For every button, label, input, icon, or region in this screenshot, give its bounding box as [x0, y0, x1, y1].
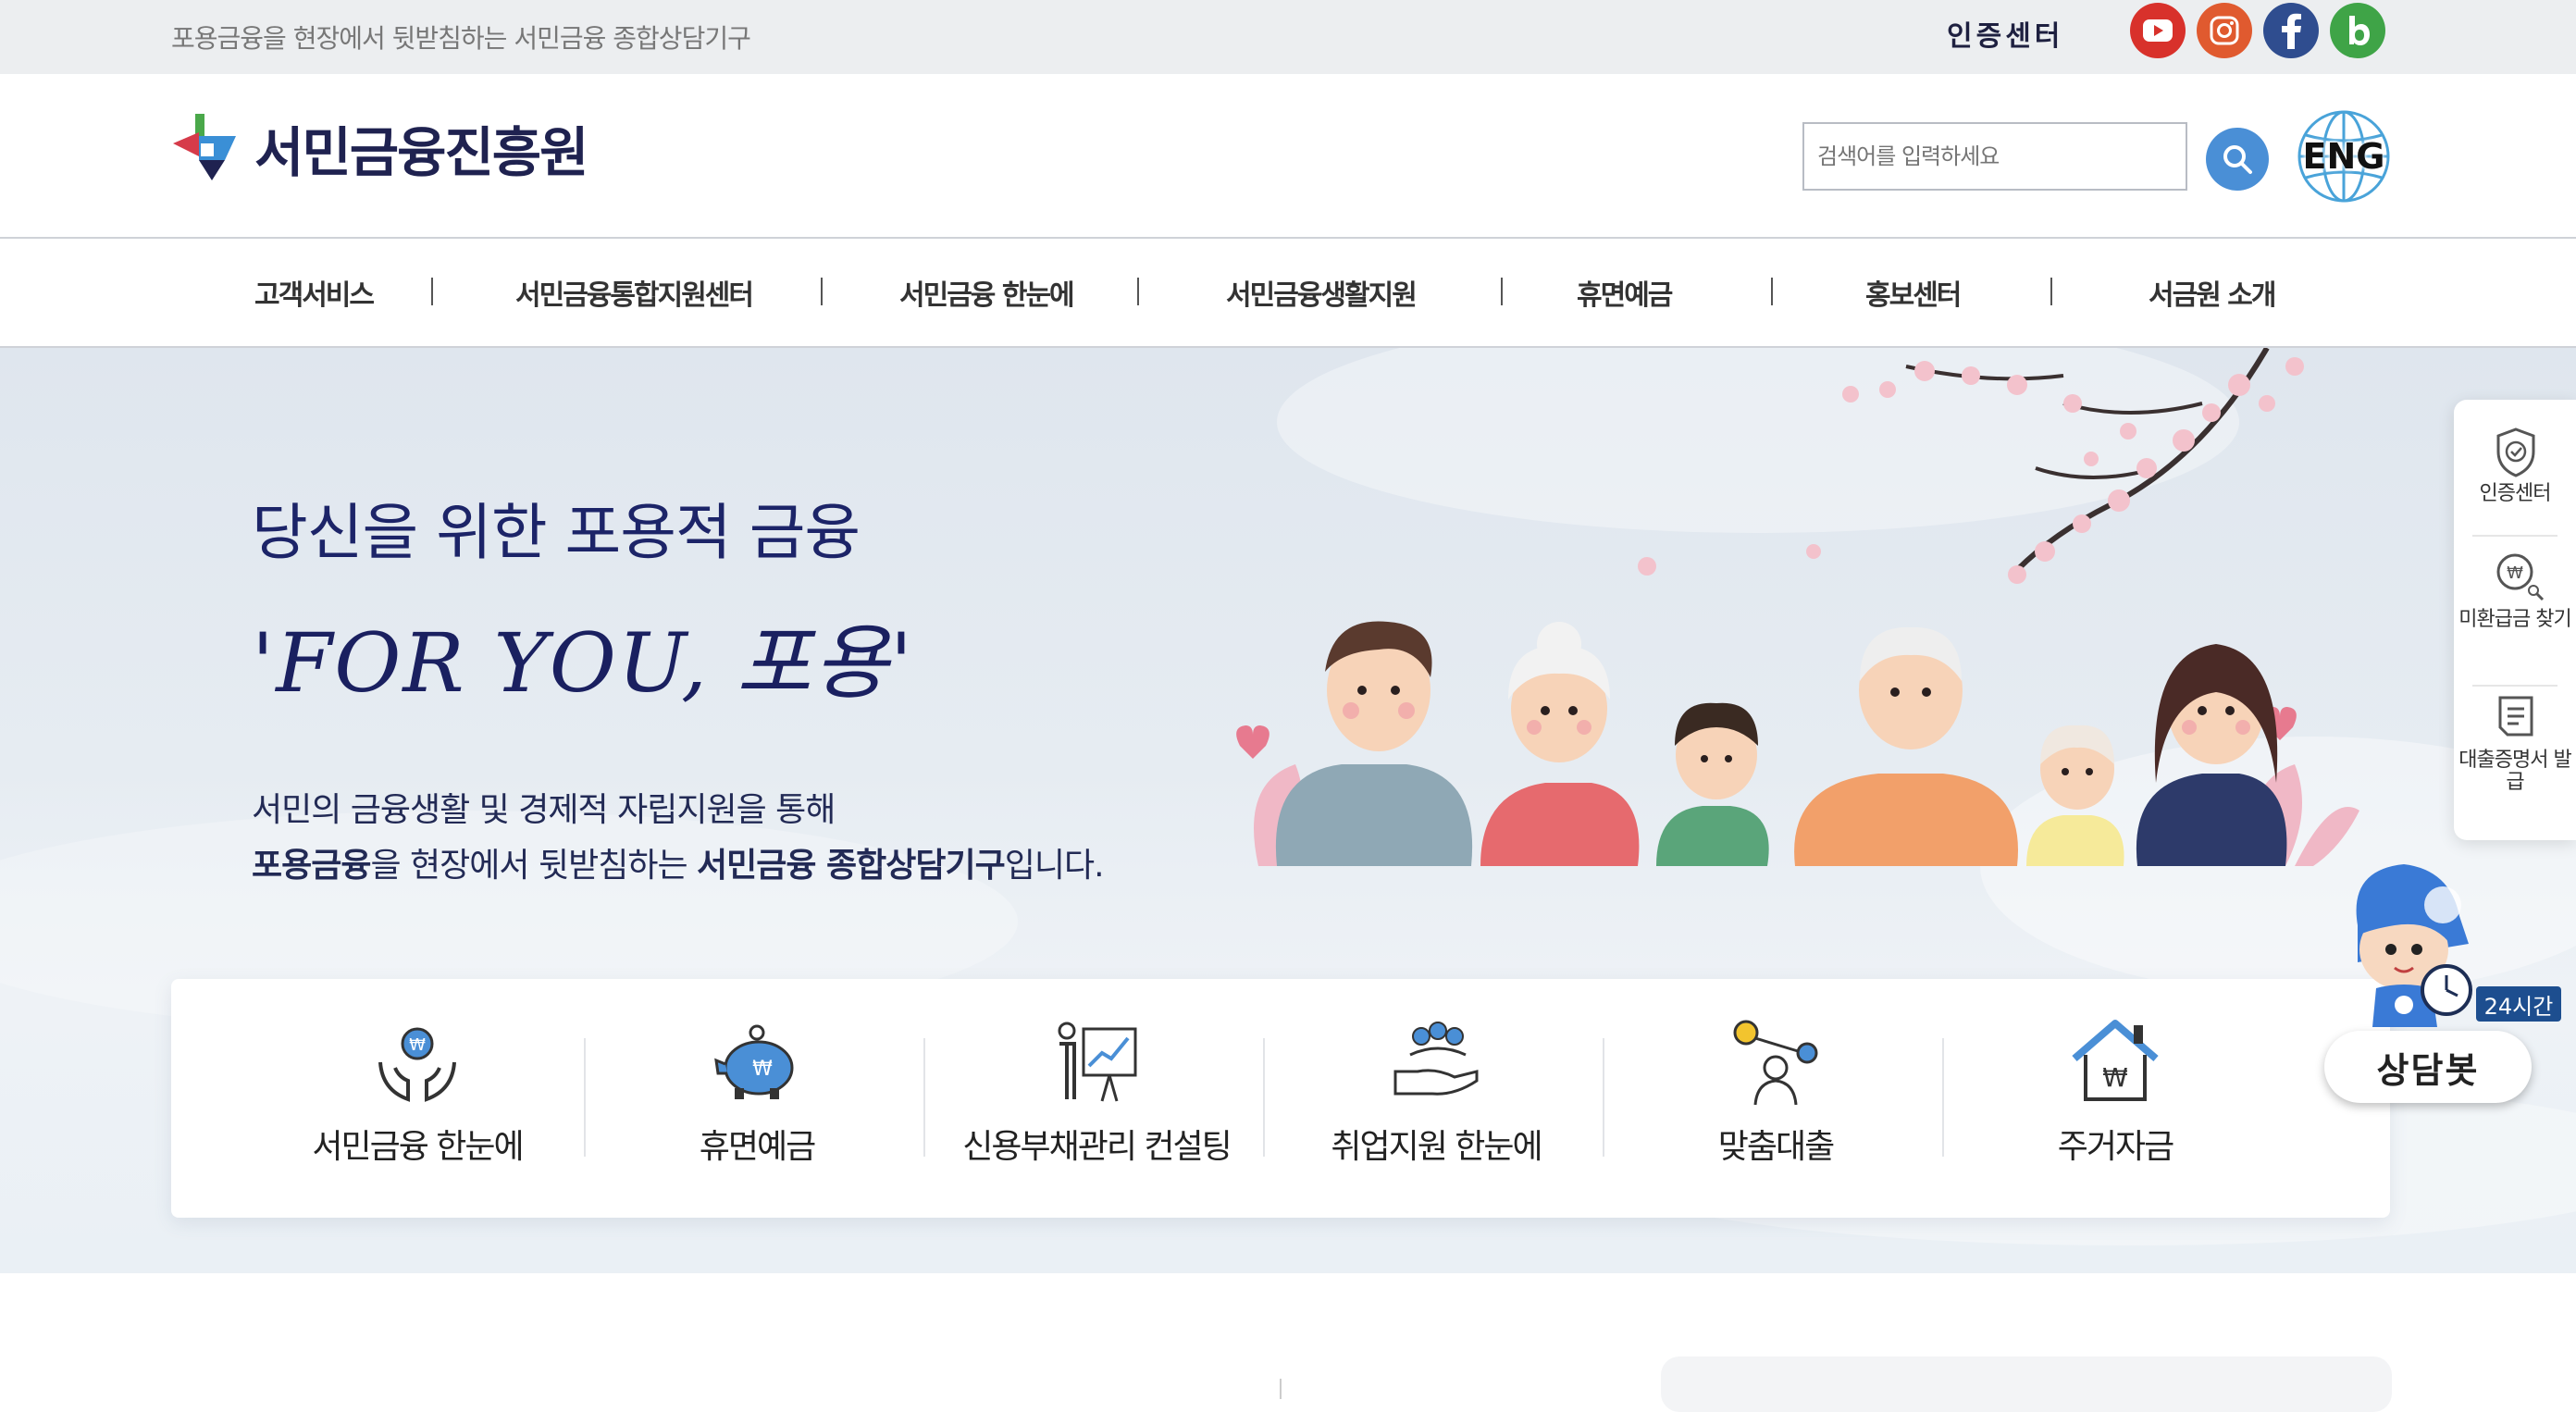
cert-center-link[interactable]: 인증센터 — [1947, 13, 2063, 54]
content-panel — [1661, 1356, 2392, 1412]
quick-item-debt-consulting[interactable]: 신용부채관리 컨설팅 — [930, 979, 1263, 1218]
side-divider — [2472, 535, 2557, 537]
hero-description-line2: 포용금융을 현장에서 뒷받침하는 서민금융 종합상담기구입니다. — [252, 838, 1105, 886]
svg-text:₩: ₩ — [2102, 1062, 2128, 1093]
clock-icon — [2421, 964, 2472, 1016]
nav-divider — [1501, 278, 1503, 305]
quick-divider — [923, 1038, 925, 1157]
hero-banner: 당신을 위한 포용적 금융 'FOR YOU, 포용' 서민의 금융생활 및 경… — [0, 348, 2576, 1273]
nav-divider — [1137, 278, 1139, 305]
nav-item-dormant-deposit[interactable]: 휴면예금 — [1577, 272, 1673, 313]
logo[interactable]: 서민금융진흥원 — [171, 102, 589, 194]
document-icon — [2498, 696, 2533, 737]
nav-divider — [821, 278, 823, 305]
quick-label: 취업지원 한눈에 — [1331, 1128, 1542, 1166]
instagram-icon[interactable] — [2197, 3, 2252, 58]
quick-item-dormant-deposit[interactable]: ₩ 휴면예금 — [590, 979, 923, 1218]
chatbot-badge: 24시간 — [2476, 986, 2561, 1022]
side-label: 인증센터 — [2479, 482, 2552, 505]
header: 서민금융진흥원 ENG — [0, 74, 2576, 239]
quick-divider — [1263, 1038, 1265, 1157]
logo-mark-icon — [173, 114, 236, 180]
chatbot-button[interactable]: 24시간 상담봇 — [2321, 861, 2561, 1110]
hero-desc-bold2: 서민금융 종합상담기구 — [697, 847, 1006, 885]
quick-label: 주거자금 — [2057, 1128, 2174, 1166]
search-icon — [2223, 145, 2252, 174]
quick-item-job-support[interactable]: 취업지원 한눈에 — [1269, 979, 1603, 1218]
side-label: 미환급금 찾기 — [2458, 608, 2571, 631]
youtube-icon[interactable] — [2130, 3, 2186, 58]
quick-label: 휴면예금 — [699, 1128, 816, 1166]
side-item-loan-certificate[interactable]: 대출증명서 발급 — [2454, 694, 2576, 824]
side-item-cert-center[interactable]: 인증센터 — [2454, 427, 2576, 539]
nav-item-integrated-center[interactable]: 서민금융통합지원센터 — [515, 272, 754, 313]
nav-divider — [1771, 278, 1773, 305]
quick-label: 신용부채관리 컨설팅 — [962, 1128, 1232, 1166]
hero-slogan: 'FOR YOU, 포용' — [252, 615, 915, 711]
nav-divider — [2050, 278, 2052, 305]
side-item-refund-search[interactable]: ₩ 미환급금 찾기 — [2454, 551, 2576, 672]
consulting-icon — [1058, 1022, 1137, 1102]
hands-coin-icon: ₩ — [378, 1027, 456, 1102]
quick-item-at-a-glance[interactable]: ₩ 서민금융 한눈에 — [251, 979, 584, 1218]
quick-divider — [1942, 1038, 1944, 1157]
hero-description-line1: 서민의 금융생활 및 경제적 자립지원을 통해 — [252, 791, 836, 829]
quick-divider — [1603, 1038, 1604, 1157]
custom-loan-icon — [1733, 1020, 1818, 1106]
hero-desc-bold1: 포용금융 — [252, 847, 371, 885]
svg-text:₩: ₩ — [409, 1035, 426, 1055]
nav-item-customer-service[interactable]: 고객서비스 — [254, 272, 375, 313]
top-bar: 포용금융을 현장에서 뒷받침하는 서민금융 종합상담기구 인증센터 — [0, 0, 2576, 74]
search-input[interactable] — [1802, 122, 2187, 191]
nav-item-pr-center[interactable]: 홍보센터 — [1865, 272, 1962, 313]
house-fund-icon: ₩ — [2072, 1020, 2159, 1101]
nav-item-at-a-glance[interactable]: 서민금융 한눈에 — [899, 272, 1075, 313]
main-nav: 고객서비스 서민금융통합지원센터 서민금융 한눈에 서민금융생활지원 휴면예금 … — [0, 239, 2576, 348]
eng-label: ENG — [2302, 136, 2385, 177]
quick-label: 서민금융 한눈에 — [312, 1128, 524, 1166]
quick-label: 맞춤대출 — [1717, 1128, 1835, 1166]
side-label: 대출증명서 발급 — [2458, 749, 2571, 794]
quick-item-custom-loan[interactable]: 맞춤대출 — [1609, 979, 1942, 1218]
content-divider — [1280, 1379, 1282, 1399]
nav-divider — [431, 278, 433, 305]
logo-text: 서민금융진흥원 — [254, 121, 589, 184]
hero-title: 당신을 위한 포용적 금융 — [252, 497, 861, 568]
blog-icon[interactable] — [2330, 3, 2385, 58]
quick-menu: ₩ 서민금융 한눈에 ₩ 휴면예금 신용부채관리 컨설팅 취업지원 한눈에 맞춤… — [171, 979, 2390, 1218]
hero-desc-text2: 입니다. — [1004, 847, 1105, 885]
quick-divider — [584, 1038, 586, 1157]
piggy-bank-icon: ₩ — [714, 1024, 794, 1099]
tagline: 포용금융을 현장에서 뒷받침하는 서민금융 종합상담기구 — [171, 23, 751, 54]
facebook-icon[interactable] — [2263, 3, 2319, 58]
svg-text:₩: ₩ — [752, 1058, 773, 1081]
side-divider — [2472, 685, 2557, 687]
nav-item-about[interactable]: 서금원 소개 — [2149, 272, 2276, 313]
svg-text:₩: ₩ — [2507, 564, 2523, 583]
nav-item-life-support[interactable]: 서민금융생활지원 — [1226, 272, 1418, 313]
coin-search-icon: ₩ — [2496, 553, 2545, 601]
shield-check-icon — [2496, 427, 2535, 477]
quick-item-housing-fund[interactable]: ₩ 주거자금 — [1949, 979, 2282, 1218]
hero-desc-text1: 을 현장에서 뒷받침하는 — [370, 847, 698, 885]
job-support-icon — [1393, 1022, 1479, 1096]
side-quick-panel: 인증센터 ₩ 미환급금 찾기 대출증명서 발급 — [2454, 400, 2576, 840]
search-button[interactable] — [2206, 128, 2269, 191]
english-button[interactable]: ENG — [2297, 109, 2391, 204]
chatbot-label: 상담봇 — [2324, 1031, 2532, 1103]
family-illustration — [1236, 348, 2359, 866]
